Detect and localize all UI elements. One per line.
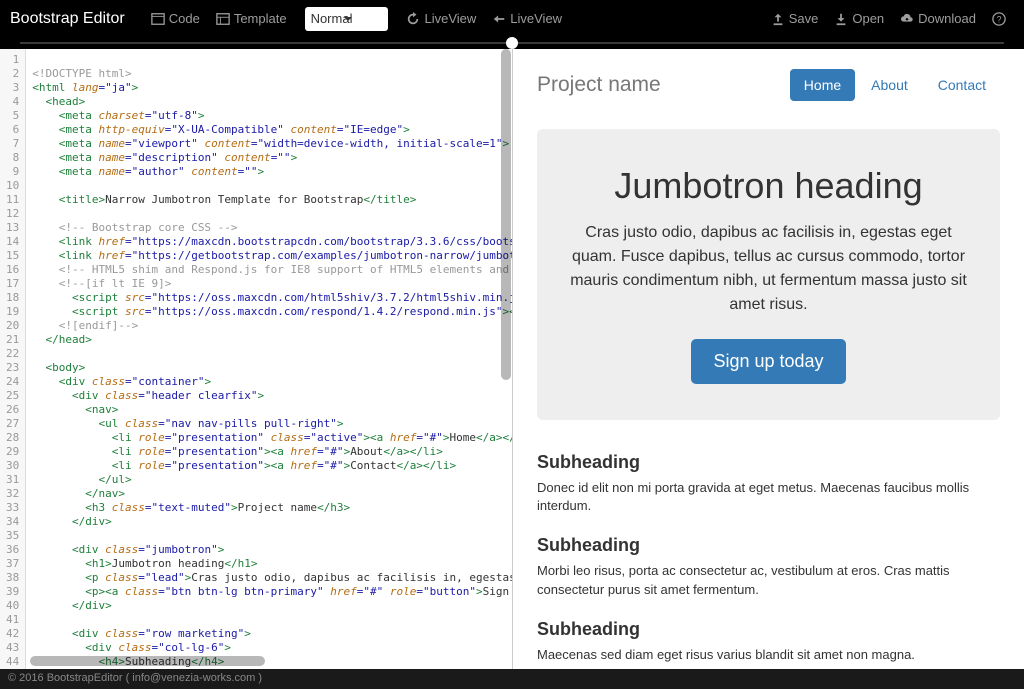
- subheading-3-text: Maecenas sed diam eget risus varius blan…: [537, 646, 1000, 664]
- mode-select[interactable]: Normal: [305, 7, 389, 31]
- template-label: Template: [234, 11, 287, 26]
- subheading-1-text: Donec id elit non mi porta gravida at eg…: [537, 479, 1000, 515]
- download-button[interactable]: Download: [900, 11, 976, 26]
- upload-icon: [771, 12, 785, 26]
- vertical-scrollbar[interactable]: [500, 49, 512, 651]
- liveview-refresh-button[interactable]: LiveView: [406, 11, 476, 26]
- download-label: Download: [918, 11, 976, 26]
- save-label: Save: [789, 11, 819, 26]
- open-button[interactable]: Open: [834, 11, 884, 26]
- open-label: Open: [852, 11, 884, 26]
- cloud-download-icon: [900, 12, 914, 26]
- h-scrollbar-thumb[interactable]: [30, 656, 265, 666]
- signup-button[interactable]: Sign up today: [691, 339, 845, 384]
- nav-about[interactable]: About: [857, 69, 922, 101]
- subheading-3: Subheading: [537, 619, 1000, 640]
- liveview-open-label: LiveView: [510, 11, 562, 26]
- help-icon: ?: [992, 12, 1006, 26]
- subheading-1: Subheading: [537, 452, 1000, 473]
- nav-contact[interactable]: Contact: [924, 69, 1000, 101]
- code-content[interactable]: <!DOCTYPE html> <html lang="ja"> <head> …: [26, 49, 512, 669]
- line-gutter: 1234567891011121314151617181920212223242…: [0, 49, 26, 669]
- download-icon: [834, 12, 848, 26]
- refresh-icon: [406, 12, 420, 26]
- jumbotron: Jumbotron heading Cras justo odio, dapib…: [537, 129, 1000, 420]
- subheading-2-text: Morbi leo risus, porta ac consectetur ac…: [537, 562, 1000, 598]
- preview-pane: Project name Home About Contact Jumbotro…: [512, 49, 1024, 669]
- horizontal-scrollbar[interactable]: [30, 655, 500, 667]
- template-icon: [216, 12, 230, 26]
- split-slider[interactable]: [0, 37, 1024, 49]
- nav-pills: Home About Contact: [790, 69, 1000, 101]
- slider-thumb[interactable]: [506, 37, 518, 49]
- template-button[interactable]: Template: [216, 11, 287, 26]
- footer: © 2016 BootstrapEditor ( info@venezia-wo…: [0, 669, 1024, 689]
- code-button[interactable]: Code: [151, 11, 200, 26]
- liveview-refresh-label: LiveView: [424, 11, 476, 26]
- topbar: Bootstrap Editor Code Template Normal Li…: [0, 0, 1024, 37]
- svg-text:?: ?: [997, 14, 1002, 24]
- brand-title: Bootstrap Editor: [10, 10, 125, 28]
- project-name: Project name: [537, 73, 661, 97]
- code-editor[interactable]: 1234567891011121314151617181920212223242…: [0, 49, 512, 669]
- slider-track: [20, 42, 1004, 44]
- code-label: Code: [169, 11, 200, 26]
- scrollbar-thumb[interactable]: [501, 49, 511, 380]
- jumbotron-heading: Jumbotron heading: [567, 165, 970, 207]
- save-button[interactable]: Save: [771, 11, 819, 26]
- jumbotron-lead: Cras justo odio, dapibus ac facilisis in…: [567, 221, 970, 317]
- chevron-down-icon: [344, 17, 352, 21]
- liveview-open-button[interactable]: LiveView: [492, 11, 562, 26]
- subheading-2: Subheading: [537, 535, 1000, 556]
- nav-home[interactable]: Home: [790, 69, 855, 101]
- external-icon: [492, 12, 506, 26]
- code-icon: [151, 12, 165, 26]
- help-button[interactable]: ?: [992, 12, 1006, 26]
